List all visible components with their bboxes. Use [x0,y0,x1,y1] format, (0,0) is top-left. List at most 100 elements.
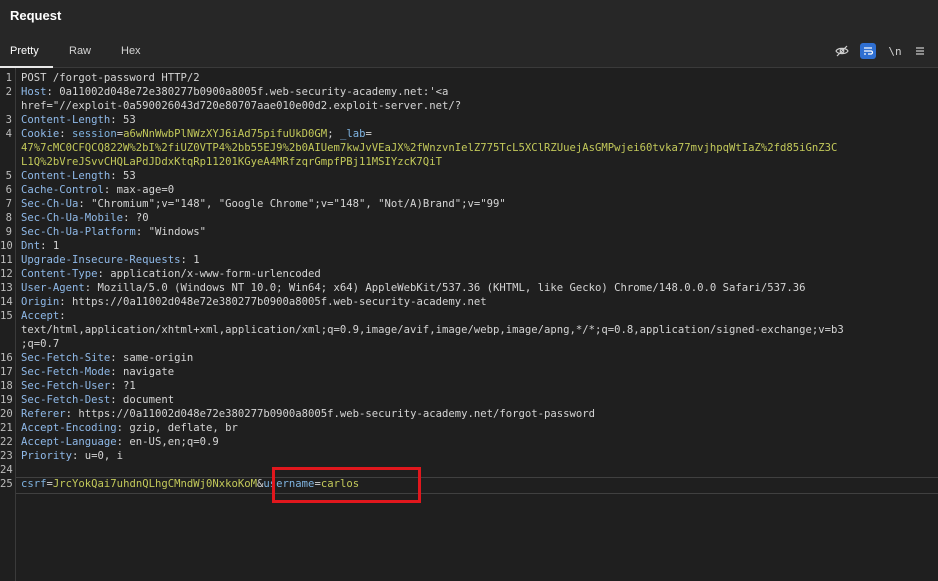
token-value: : "Windows" [135,226,206,238]
panel-header: Request [0,0,938,36]
line-number: 2 [5,86,12,98]
code-line[interactable]: 11 Upgrade-Insecure-Requests: 1 [0,253,938,267]
code-line[interactable]: 25 csrf=JrcYokQai7uhdnQLhgCMndWj0NxkoKoM&… [0,477,938,491]
token-key: Sec-Fetch-Site [21,352,111,364]
request-body[interactable]: 1 POST /forgot-password HTTP/2 2 Host: 0a11… [0,71,938,491]
tab-pretty[interactable]: Pretty [0,36,53,68]
line-number: 10 [0,240,13,252]
line-text: Cache-Control: max-age=0 [21,183,174,197]
token-key: Origin [21,296,60,308]
line-number: 21 [0,422,13,434]
line-text: 47%7cMC0CFQCQ822W%2bI%2fiUZ0VTP4%2bb55EJ… [21,141,837,155]
line-number: 5 [5,170,12,182]
code-line[interactable]: 1 POST /forgot-password HTTP/2 [0,71,938,85]
code-line[interactable]: 21 Accept-Encoding: gzip, deflate, br [0,421,938,435]
token-key: Host [21,86,47,98]
line-number: 22 [0,436,13,448]
code-line[interactable]: text/html,application/xhtml+xml,applicat… [0,323,938,337]
line-number: 17 [0,366,13,378]
code-line[interactable]: L1Q%2bVreJSvvCHQLaPdJDdxKtqRp11201KGyeA4… [0,155,938,169]
line-number: 4 [5,128,12,140]
code-line[interactable]: 6 Cache-Control: max-age=0 [0,183,938,197]
code-line[interactable]: 13 User-Agent: Mozilla/5.0 (Windows NT 10… [0,281,938,295]
menu-icon[interactable] [912,43,928,59]
token-value: text/html,application/xhtml+xml,applicat… [21,324,844,336]
line-text: Upgrade-Insecure-Requests: 1 [21,253,200,267]
token-value: ; [327,128,340,140]
code-line[interactable]: 16 Sec-Fetch-Site: same-origin [0,351,938,365]
line-text: ;q=0.7 [21,337,59,351]
token-value: : 53 [110,114,136,126]
token-key: Content-Length [21,114,111,126]
line-text: Accept: [21,309,66,323]
line-number: 15 [0,310,13,322]
line-number: 7 [5,198,12,210]
token-value: href="//exploit-0a590026043d720e80707aae… [21,100,462,112]
code-line[interactable]: ;q=0.7 [0,337,938,351]
line-text: Referer: https://0a11002d048e72e380277b0… [21,407,595,421]
token-key: Content-Type [21,268,98,280]
line-number: 25 [0,478,13,490]
line-text: Priority: u=0, i [21,449,123,463]
token-value: 47%7cMC0CFQCQ822W%2bI%2fiUZ0VTP4%2bb55EJ… [21,142,838,154]
code-line[interactable]: 22 Accept-Language: en-US,en;q=0.9 [0,435,938,449]
code-line[interactable]: 2 Host: 0a11002d048e72e380277b0900a8005f.… [0,85,938,99]
token-value: = [365,128,372,140]
line-number: 8 [5,212,12,224]
line-number: 18 [0,380,13,392]
token-value: : "Chromium";v="148", "Google Chrome";v=… [78,198,506,210]
token-value: L1Q%2bVreJSvvCHQLaPdJDdxKtqRp11201KGyeA4… [21,156,442,168]
panel-title: Request [10,8,62,23]
line-text: Accept-Encoding: gzip, deflate, br [21,421,238,435]
line-text: Content-Type: application/x-www-form-url… [21,267,321,281]
line-number: 19 [0,394,13,406]
line-text: L1Q%2bVreJSvvCHQLaPdJDdxKtqRp11201KGyeA4… [21,155,442,169]
token-key: User-Agent [21,282,85,294]
line-text: POST /forgot-password HTTP/2 [21,71,200,85]
code-line[interactable]: 8 Sec-Ch-Ua-Mobile: ?0 [0,211,938,225]
code-line[interactable]: 19 Sec-Fetch-Dest: document [0,393,938,407]
code-line[interactable]: 9 Sec-Ch-Ua-Platform: "Windows" [0,225,938,239]
token-value: : en-US,en;q=0.9 [116,436,219,448]
token-key: Sec-Fetch-Dest [21,394,111,406]
line-number: 13 [0,282,13,294]
wrap-lines-icon[interactable] [860,43,876,59]
username-highlight-box [272,467,421,503]
menu-icon-svg [916,47,924,55]
line-text: Content-Length: 53 [21,169,136,183]
line-text: Cookie: session = a6wNnWwbPlNWzXYJ6iAd75pi… [21,127,372,141]
code-line[interactable]: href="//exploit-0a590026043d720e80707aae… [0,99,938,113]
line-number: 3 [5,114,12,126]
line-text: href="//exploit-0a590026043d720e80707aae… [21,99,461,113]
code-line[interactable]: 10 Dnt: 1 [0,239,938,253]
code-line[interactable]: 47%7cMC0CFQCQ822W%2bI%2fiUZ0VTP4%2bb55EJ… [0,141,938,155]
newline-icon[interactable]: \n [887,43,903,59]
code-line[interactable]: 7 Sec-Ch-Ua: "Chromium";v="148", "Google … [0,197,938,211]
code-line[interactable]: 17 Sec-Fetch-Mode: navigate [0,365,938,379]
request-editor[interactable]: 1 POST /forgot-password HTTP/2 2 Host: 0a11… [0,68,938,581]
line-number: 24 [0,464,13,476]
code-line[interactable]: 20 Referer: https://0a11002d048e72e380277… [0,407,938,421]
tab-hex[interactable]: Hex [121,36,141,67]
tab-raw[interactable]: Raw [69,36,91,67]
code-line[interactable]: 14 Origin: https://0a11002d048e72e380277b… [0,295,938,309]
code-line[interactable]: 12 Content-Type: application/x-www-form-u… [0,267,938,281]
line-text: Sec-Fetch-Dest: document [21,393,174,407]
line-text: Sec-Ch-Ua-Mobile: ?0 [21,211,149,225]
line-number: 20 [0,408,13,420]
code-line[interactable]: 4 Cookie: session = a6wNnWwbPlNWzXYJ6iAd75p… [0,127,938,141]
token-key: Accept [21,310,60,322]
code-line[interactable]: 3 Content-Length: 53 [0,113,938,127]
eye-slash-icon[interactable] [834,43,850,59]
code-line[interactable]: 24 [0,463,938,477]
token-value: : same-origin [110,352,194,364]
line-text: text/html,application/xhtml+xml,applicat… [21,323,844,337]
code-line[interactable]: 5 Content-Length: 53 [0,169,938,183]
code-line[interactable]: 18 Sec-Fetch-User: ?1 [0,379,938,393]
token-value: : ?0 [123,212,149,224]
token-key: Accept-Language [21,436,117,448]
token-key: Referer [21,408,66,420]
code-line[interactable]: 15 Accept: [0,309,938,323]
token-value: : u=0, i [72,450,124,462]
code-line[interactable]: 23 Priority: u=0, i [0,449,938,463]
